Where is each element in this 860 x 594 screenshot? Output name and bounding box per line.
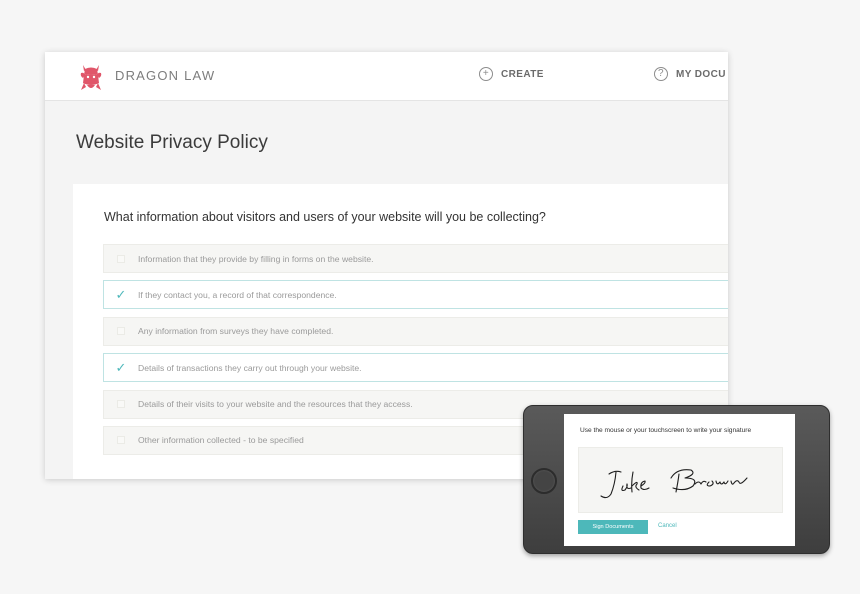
- checkmark-icon[interactable]: ✓: [104, 354, 138, 381]
- plus-circle-icon: +: [479, 67, 493, 81]
- top-navigation-bar: DRAGON LAW + CREATE ? MY DOCU: [45, 52, 728, 101]
- checkbox-unchecked-icon[interactable]: [104, 245, 138, 272]
- option-surveys[interactable]: Any information from surveys they have c…: [103, 316, 728, 346]
- nav-create-label: CREATE: [501, 68, 544, 80]
- page-title: Website Privacy Policy: [76, 132, 268, 153]
- option-forms[interactable]: Information that they provide by filling…: [103, 244, 728, 273]
- option-label: Details of their visits to your website …: [138, 399, 413, 410]
- phone-screen: Use the mouse or your touchscreen to wri…: [564, 414, 795, 546]
- nav-my-documents[interactable]: ? MY DOCU: [654, 67, 726, 81]
- sign-documents-button[interactable]: Sign Documents: [578, 520, 648, 534]
- option-label: Details of transactions they carry out t…: [138, 362, 362, 373]
- cancel-link[interactable]: Cancel: [658, 523, 677, 529]
- question-text: What information about visitors and user…: [104, 210, 546, 224]
- checkmark-icon[interactable]: ✓: [104, 281, 138, 308]
- signature-pad[interactable]: [578, 447, 783, 513]
- nav-create[interactable]: + CREATE: [479, 67, 544, 81]
- nav-my-documents-label: MY DOCU: [676, 68, 726, 80]
- option-label: Any information from surveys they have c…: [138, 326, 334, 337]
- checkbox-unchecked-icon[interactable]: [104, 391, 138, 418]
- signature-prompt: Use the mouse or your touchscreen to wri…: [580, 427, 752, 434]
- option-label: Information that they provide by filling…: [138, 253, 374, 264]
- phone-device: Use the mouse or your touchscreen to wri…: [523, 405, 830, 554]
- option-label: If they contact you, a record of that co…: [138, 289, 337, 300]
- option-correspondence[interactable]: ✓ If they contact you, a record of that …: [103, 280, 728, 310]
- checkbox-unchecked-icon[interactable]: [104, 318, 138, 345]
- checkbox-unchecked-icon[interactable]: [104, 427, 138, 454]
- question-circle-icon: ?: [654, 67, 668, 81]
- option-label: Other information collected - to be spec…: [138, 435, 304, 446]
- option-transactions[interactable]: ✓ Details of transactions they carry out…: [103, 353, 728, 383]
- signature-drawing: [600, 469, 748, 499]
- dragon-logo-icon[interactable]: [75, 61, 107, 93]
- home-button[interactable]: [531, 468, 557, 494]
- brand-name[interactable]: DRAGON LAW: [115, 68, 215, 83]
